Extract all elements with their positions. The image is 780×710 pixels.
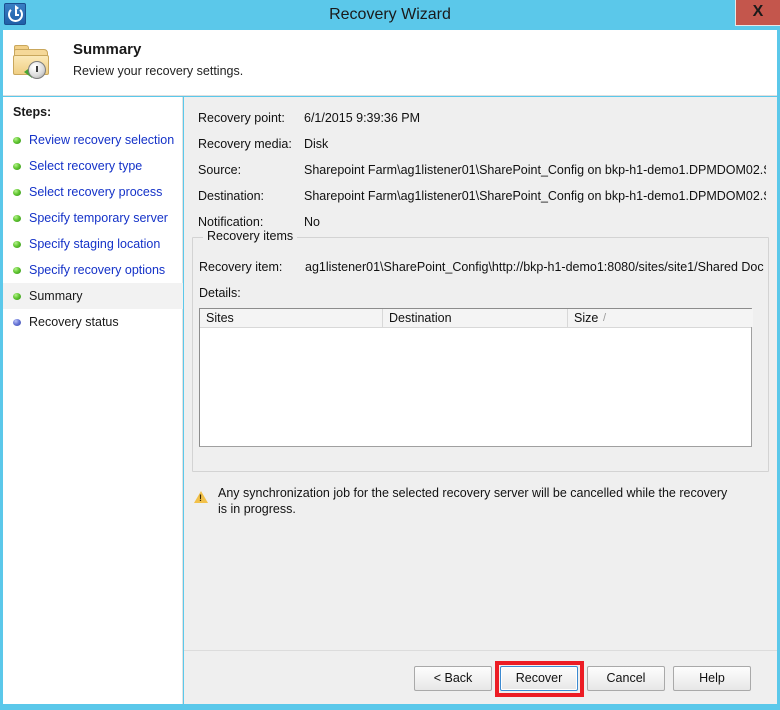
sidebar-item-label: Recovery status — [29, 315, 119, 329]
group-title: Recovery items — [203, 229, 298, 243]
sidebar-item-select-recovery-type[interactable]: Select recovery type — [3, 153, 183, 179]
column-header-sites[interactable]: Sites — [200, 309, 383, 327]
cancel-button[interactable]: Cancel — [587, 666, 665, 691]
window-frame-bottom — [0, 704, 780, 710]
help-button[interactable]: Help — [673, 666, 751, 691]
page-title: Summary — [73, 41, 142, 58]
button-bar-divider — [184, 650, 777, 651]
sidebar-item-specify-recovery-options[interactable]: Specify recovery options — [3, 257, 183, 283]
field-label: Destination: — [198, 189, 265, 203]
warning-text: Any synchronization job for the selected… — [218, 486, 728, 516]
sidebar-item-label: Select recovery type — [29, 159, 143, 173]
sidebar-item-review-recovery-selection[interactable]: Review recovery selection — [3, 127, 183, 153]
steps-list: Review recovery selection Select recover… — [3, 127, 183, 335]
details-table[interactable]: Sites Destination Size / — [199, 308, 753, 447]
field-source: Source: Sharepoint Farm\ag1listener01\Sh… — [184, 157, 777, 183]
field-value: Sharepoint Farm\ag1listener01\SharePoint… — [304, 163, 766, 177]
steps-sidebar: Steps: Review recovery selection Select … — [3, 97, 183, 706]
back-button[interactable]: < Back — [414, 666, 492, 691]
field-recovery-media: Recovery media: Disk — [184, 131, 777, 157]
field-label: Recovery item: — [199, 260, 283, 274]
button-bar: < Back Recover Cancel Help — [184, 661, 777, 702]
field-value: Disk — [304, 137, 329, 151]
step-bullet-icon — [13, 137, 21, 144]
step-bullet-icon — [13, 163, 21, 170]
sidebar-item-label: Specify recovery options — [29, 263, 166, 277]
field-recovery-item: Recovery item: ag1listener01\SharePoint_C… — [199, 256, 764, 278]
recovery-items-group: Recovery items Recovery item: ag1listener… — [192, 229, 769, 472]
close-icon[interactable]: X — [735, 0, 780, 26]
summary-panel: Recovery point: 6/1/2015 9:39:36 PM Reco… — [184, 97, 777, 706]
field-destination: Destination: Sharepoint Farm\ag1listener… — [184, 183, 777, 209]
step-bullet-icon — [13, 241, 21, 248]
sidebar-item-label: Summary — [29, 289, 83, 303]
sidebar-item-recovery-status: Recovery status — [3, 309, 183, 335]
warning-triangle-icon — [194, 491, 208, 503]
recover-button[interactable]: Recover — [500, 666, 578, 691]
window-title: Recovery Wizard — [329, 6, 451, 23]
field-label: Source: — [198, 163, 242, 177]
field-value: ag1listener01\SharePoint_Config\http://b… — [305, 260, 764, 274]
field-label: Recovery point: — [198, 111, 285, 125]
field-value: 6/1/2015 9:39:36 PM — [304, 111, 421, 125]
sidebar-item-summary: Summary — [3, 283, 183, 309]
step-bullet-icon — [13, 267, 21, 274]
field-value: Sharepoint Farm\ag1listener01\SharePoint… — [304, 189, 766, 203]
folder-restore-icon — [12, 42, 54, 82]
summary-fields: Recovery point: 6/1/2015 9:39:36 PM Reco… — [184, 105, 777, 235]
field-value: No — [304, 215, 320, 229]
sidebar-item-label: Select recovery process — [29, 185, 163, 199]
sort-indicator-icon: / — [603, 312, 607, 324]
table-body — [200, 328, 751, 446]
sidebar-item-label: Specify staging location — [29, 237, 161, 251]
steps-heading: Steps: — [13, 105, 52, 119]
page-subtitle: Review your recovery settings. — [73, 64, 244, 78]
sidebar-item-label: Review recovery selection — [29, 133, 175, 147]
step-bullet-icon — [13, 215, 21, 222]
wizard-header: Summary Review your recovery settings. — [3, 30, 777, 96]
step-bullet-icon — [13, 293, 21, 300]
column-header-size[interactable]: Size — [568, 309, 753, 327]
field-label: Recovery media: — [198, 137, 292, 151]
details-label: Details: — [199, 286, 241, 300]
window-frame-left — [0, 30, 3, 710]
step-bullet-icon — [13, 319, 21, 326]
step-bullet-icon — [13, 189, 21, 196]
column-header-destination[interactable]: Destination — [383, 309, 568, 327]
title-bar: Recovery Wizard X — [0, 0, 780, 30]
recovery-wizard-window: Recovery Wizard X Summary Review your re… — [0, 0, 780, 710]
table-header-row: Sites Destination Size / — [200, 309, 753, 328]
sidebar-item-specify-temporary-server[interactable]: Specify temporary server — [3, 205, 183, 231]
sidebar-item-select-recovery-process[interactable]: Select recovery process — [3, 179, 183, 205]
field-recovery-point: Recovery point: 6/1/2015 9:39:36 PM — [184, 105, 777, 131]
sidebar-item-specify-staging-location[interactable]: Specify staging location — [3, 231, 183, 257]
sidebar-item-label: Specify temporary server — [29, 211, 168, 225]
